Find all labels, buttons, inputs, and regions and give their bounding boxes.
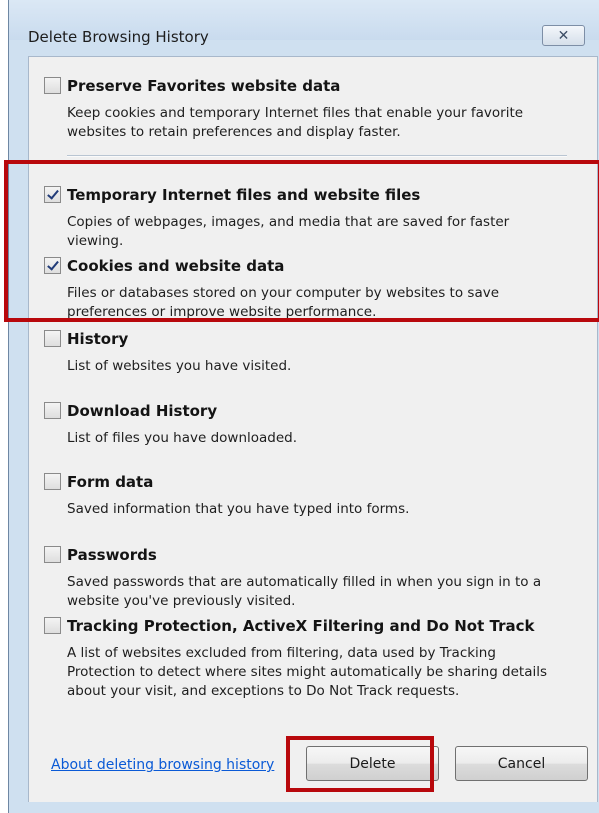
checkbox-preserve-favorites[interactable]: [44, 77, 61, 94]
option-title: History: [67, 330, 129, 348]
option-description: Files or databases stored on your comput…: [67, 285, 500, 320]
option-description: Keep cookies and temporary Internet file…: [67, 105, 524, 140]
option-description: List of files you have downloaded.: [67, 430, 298, 446]
dialog-title: Delete Browsing History: [28, 28, 209, 46]
checkbox-form-data[interactable]: [44, 473, 61, 490]
checkbox-passwords[interactable]: [44, 546, 61, 563]
option-description: Saved information that you have typed in…: [67, 501, 410, 517]
option-description: Copies of webpages, images, and media th…: [67, 214, 510, 249]
option-description: Saved passwords that are automatically f…: [67, 574, 542, 609]
option-title: Download History: [67, 402, 218, 420]
checkbox-history[interactable]: [44, 330, 61, 347]
close-button[interactable]: ✕: [542, 25, 585, 46]
title-bar: Delete Browsing History ✕: [9, 0, 599, 46]
option-title: Tracking Protection, ActiveX Filtering a…: [67, 617, 535, 635]
checkbox-download-history[interactable]: [44, 402, 61, 419]
option-title: Form data: [67, 473, 154, 491]
option-title: Preserve Favorites website data: [67, 77, 341, 95]
option-title: Temporary Internet files and website fil…: [67, 186, 421, 204]
option-title: Cookies and website data: [67, 257, 285, 275]
option-description: List of websites you have visited.: [67, 358, 292, 374]
divider: [67, 155, 567, 157]
checkbox-tracking-protection[interactable]: [44, 617, 61, 634]
cancel-button[interactable]: Cancel: [455, 746, 588, 781]
option-description: A list of websites excluded from filteri…: [67, 645, 548, 699]
about-deleting-history-link[interactable]: About deleting browsing history: [51, 757, 274, 773]
dialog-content: Preserve Favorites website data Keep coo…: [28, 56, 598, 802]
checkbox-cookies[interactable]: [44, 257, 61, 274]
dialog-window: Delete Browsing History ✕ Preserve Favor…: [8, 0, 599, 813]
close-icon: ✕: [557, 27, 570, 44]
option-title: Passwords: [67, 546, 157, 564]
delete-button[interactable]: Delete: [306, 746, 439, 781]
checkbox-temporary-files[interactable]: [44, 186, 61, 203]
